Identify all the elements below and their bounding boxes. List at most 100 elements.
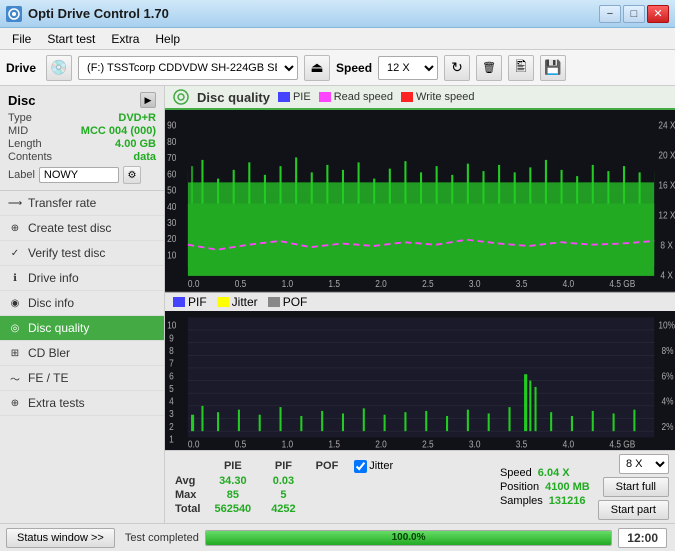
svg-text:30: 30: [167, 217, 176, 228]
refresh-button[interactable]: ↻: [444, 55, 470, 81]
pif-chart-container: 10 9 8 7 6 5 4 3 2 1 10% 8% 6% 4% 2%: [165, 311, 675, 450]
cd-bler-icon: ⊞: [8, 346, 22, 360]
progress-container: 100.0%: [205, 530, 612, 546]
jitter-header: Jitter: [369, 460, 393, 472]
burn-button[interactable]: 🖺: [508, 55, 534, 81]
create-test-disc-icon: ⊕: [8, 221, 22, 235]
pof-header: POF: [306, 459, 349, 474]
pif-chart-svg: 10 9 8 7 6 5 4 3 2 1 10% 8% 6% 4% 2%: [165, 311, 675, 450]
position-label: Position: [500, 481, 539, 493]
nav-disc-info[interactable]: ◉ Disc info: [0, 291, 164, 316]
nav-fe-te[interactable]: 〜 FE / TE: [0, 366, 164, 391]
start-full-button[interactable]: Start full: [603, 477, 669, 497]
svg-text:4: 4: [169, 396, 174, 407]
svg-text:3.5: 3.5: [516, 439, 528, 450]
speed-label: Speed: [336, 61, 372, 75]
speed-row: Speed 6.04 X: [500, 467, 590, 479]
mid-label: MID: [8, 125, 28, 137]
label-input[interactable]: [39, 167, 119, 183]
speed-stat-value: 6.04 X: [538, 467, 570, 479]
menu-help[interactable]: Help: [147, 30, 188, 48]
svg-text:9: 9: [169, 332, 174, 343]
nav-create-test-disc[interactable]: ⊕ Create test disc: [0, 216, 164, 241]
pie-legend-label: PIE: [293, 91, 311, 103]
transfer-rate-icon: ⟶: [8, 196, 22, 210]
svg-text:0.5: 0.5: [235, 439, 247, 450]
max-label: Max: [171, 488, 204, 502]
left-panel: Disc ▶ Type DVD+R MID MCC 004 (000) Leng…: [0, 86, 165, 523]
nav-drive-info[interactable]: ℹ Drive info: [0, 266, 164, 291]
close-button[interactable]: ✕: [647, 5, 669, 23]
pie-header: PIE: [204, 459, 261, 474]
label-key: Label: [8, 169, 35, 181]
navigation: ⟶ Transfer rate ⊕ Create test disc ✓ Ver…: [0, 191, 164, 416]
svg-text:3: 3: [169, 408, 174, 419]
pif-legend-label: PIF: [188, 295, 207, 309]
label-edit-button[interactable]: ⚙: [123, 166, 141, 184]
speed-select[interactable]: 12 X: [378, 56, 438, 80]
svg-text:2%: 2%: [661, 421, 673, 432]
menubar: File Start test Extra Help: [0, 28, 675, 50]
save-button[interactable]: 💾: [540, 55, 566, 81]
svg-text:1.5: 1.5: [328, 439, 340, 450]
nav-extra-tests[interactable]: ⊕ Extra tests: [0, 391, 164, 416]
maximize-button[interactable]: □: [623, 5, 645, 23]
svg-text:4 X: 4 X: [660, 270, 673, 281]
nav-disc-quality[interactable]: ◎ Disc quality: [0, 316, 164, 341]
nav-create-test-disc-label: Create test disc: [28, 221, 111, 235]
speed-right-select[interactable]: 8 X: [619, 454, 669, 474]
svg-text:12 X: 12 X: [658, 210, 675, 221]
read-speed-legend-label: Read speed: [334, 91, 393, 103]
chart-header: Disc quality PIE Read speed Write speed: [165, 86, 675, 110]
jitter-avg: [348, 474, 399, 488]
drive-icon-btn[interactable]: 💿: [46, 55, 72, 81]
menu-extra[interactable]: Extra: [103, 30, 147, 48]
speed-stat-label: Speed: [500, 467, 532, 479]
svg-text:7: 7: [169, 358, 174, 369]
nav-transfer-rate[interactable]: ⟶ Transfer rate: [0, 191, 164, 216]
svg-text:70: 70: [167, 152, 176, 163]
nav-cd-bler[interactable]: ⊞ CD Bler: [0, 341, 164, 366]
drive-label: Drive: [6, 61, 36, 75]
svg-text:4.0: 4.0: [563, 439, 575, 450]
pie-legend-color: [278, 92, 290, 102]
disc-quality-icon: ◎: [8, 321, 22, 335]
menu-starttest[interactable]: Start test: [39, 30, 103, 48]
titlebar: Opti Drive Control 1.70 − □ ✕: [0, 0, 675, 28]
disc-info-icon: ◉: [8, 296, 22, 310]
extra-tests-icon: ⊕: [8, 396, 22, 410]
erase-button[interactable]: 🗑: [476, 55, 502, 81]
svg-text:10: 10: [167, 250, 176, 261]
nav-disc-quality-label: Disc quality: [28, 321, 89, 335]
speed-buttons-col: 8 X Start full Start part: [598, 454, 669, 520]
menu-file[interactable]: File: [4, 30, 39, 48]
progress-value: 100.0%: [392, 532, 426, 543]
svg-text:2.0: 2.0: [375, 439, 387, 450]
disc-section-title: Disc: [8, 93, 35, 108]
jitter-checkbox-cell: Jitter: [348, 459, 399, 474]
svg-text:24 X: 24 X: [658, 120, 675, 131]
svg-text:6%: 6%: [661, 370, 673, 381]
minimize-button[interactable]: −: [599, 5, 621, 23]
samples-value: 131216: [549, 495, 586, 507]
drive-select[interactable]: (F:) TSSTcorp CDDVDW SH-224GB SB00: [78, 56, 298, 80]
disc-info-panel: Disc ▶ Type DVD+R MID MCC 004 (000) Leng…: [0, 86, 164, 191]
avg-label: Avg: [171, 474, 204, 488]
pof-color: [268, 297, 280, 307]
nav-verify-test-disc[interactable]: ✓ Verify test disc: [0, 241, 164, 266]
svg-text:10: 10: [167, 320, 176, 331]
pof-max: [306, 488, 349, 502]
eject-button[interactable]: ⏏: [304, 55, 330, 81]
jitter-checkbox[interactable]: [354, 460, 367, 473]
svg-text:3.5: 3.5: [516, 278, 528, 289]
start-part-button[interactable]: Start part: [598, 500, 669, 520]
svg-text:90: 90: [167, 120, 176, 131]
toolbar: Drive 💿 (F:) TSSTcorp CDDVDW SH-224GB SB…: [0, 50, 675, 86]
svg-text:3.0: 3.0: [469, 278, 481, 289]
svg-text:8: 8: [169, 345, 174, 356]
app-icon: [6, 6, 22, 22]
chart-title: Disc quality: [197, 90, 270, 105]
disc-arrow-button[interactable]: ▶: [140, 92, 156, 108]
pie-chart-svg: 90 80 70 60 50 40 30 20 10 24 X 20 X 16 …: [165, 110, 675, 291]
svg-text:20 X: 20 X: [658, 150, 675, 161]
